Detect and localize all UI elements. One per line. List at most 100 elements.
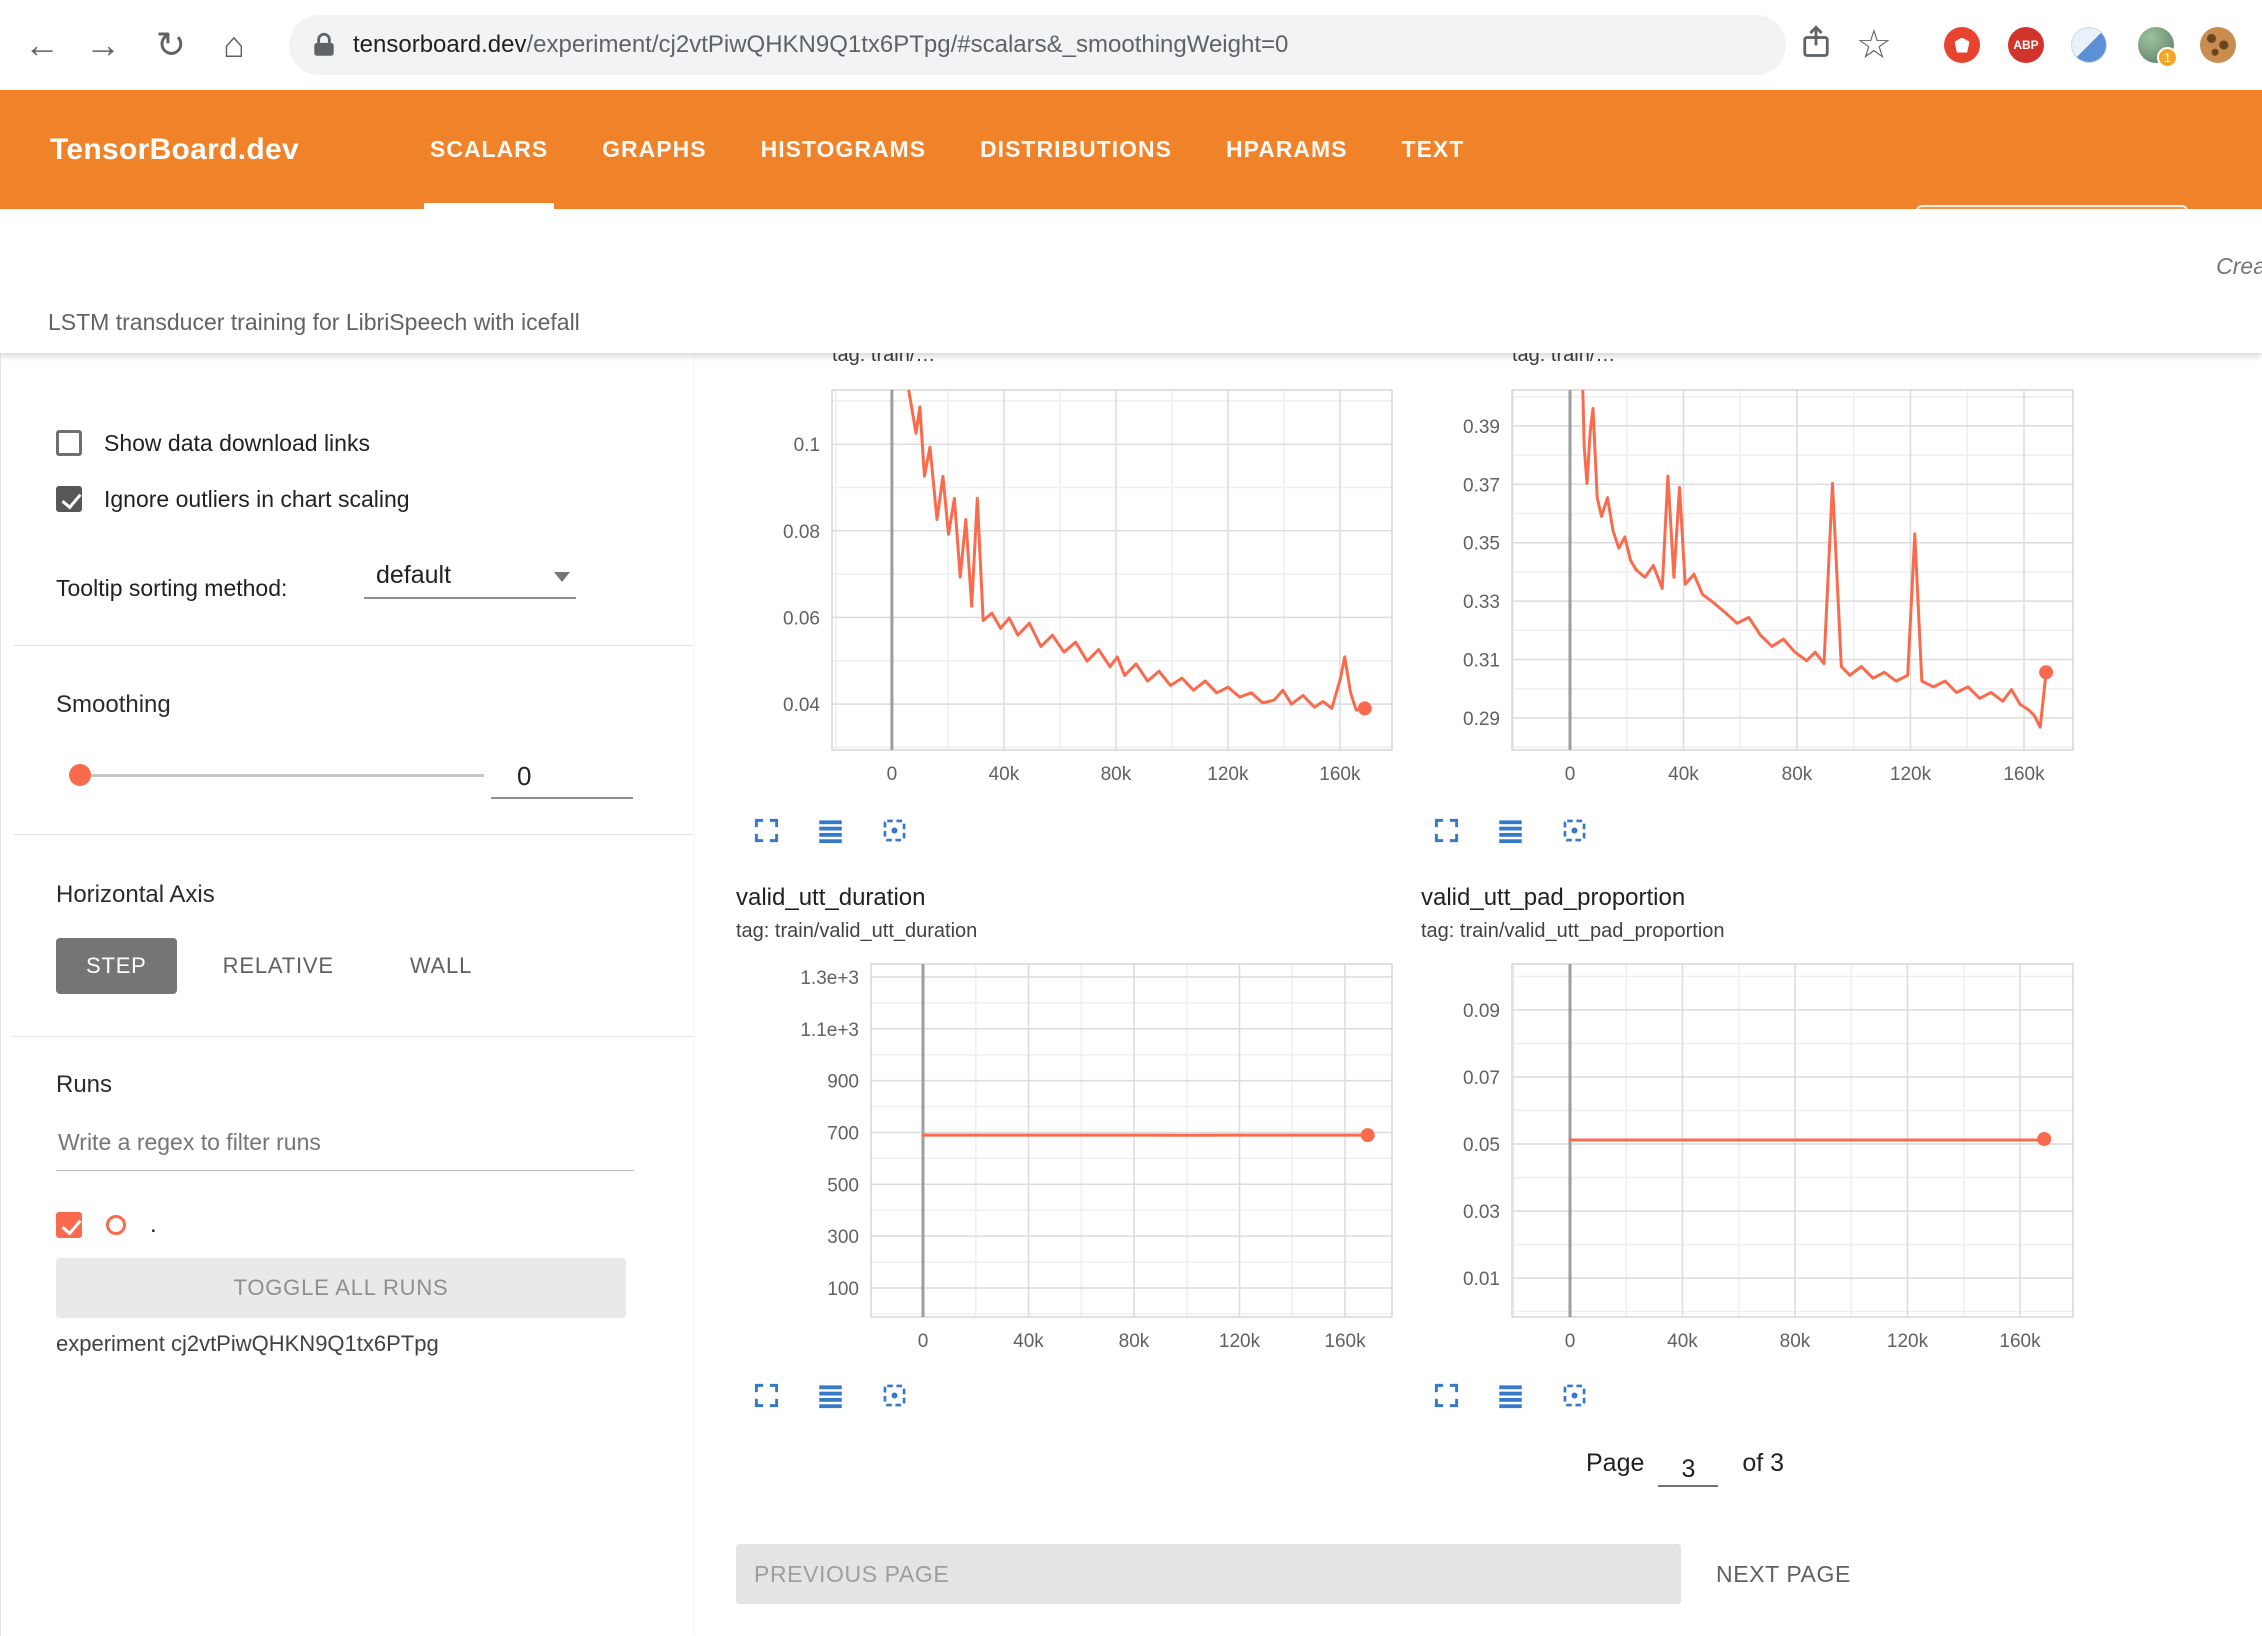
chart-title: valid_utt_pad_proportion: [1421, 884, 1725, 912]
next-page-button[interactable]: NEXT PAGE: [1692, 1544, 1875, 1604]
forward-icon[interactable]: →: [77, 0, 129, 90]
fit-domain-icon[interactable]: [876, 1377, 912, 1413]
svg-text:0.03: 0.03: [1463, 1202, 1500, 1223]
tooltip-sorting-select[interactable]: default: [364, 553, 576, 599]
chart-title: valid_utt_duration: [736, 884, 977, 912]
app-header: TensorBoard.dev SCALARS GRAPHS HISTOGRAM…: [0, 90, 2262, 209]
svg-text:0.35: 0.35: [1463, 534, 1500, 555]
divider: [13, 645, 693, 646]
svg-text:0.05: 0.05: [1463, 1135, 1500, 1156]
svg-text:120k: 120k: [1207, 764, 1249, 785]
tab-distributions[interactable]: DISTRIBUTIONS: [980, 90, 1172, 209]
svg-text:120k: 120k: [1219, 1331, 1261, 1352]
created-text-cut: Crea: [2216, 253, 2262, 280]
previous-page-button[interactable]: PREVIOUS PAGE: [736, 1544, 1681, 1604]
axis-step-button[interactable]: STEP: [56, 938, 177, 994]
svg-text:40k: 40k: [989, 764, 1020, 785]
axis-relative-button[interactable]: RELATIVE: [193, 938, 364, 994]
toggle-y-axis-icon[interactable]: [1492, 812, 1528, 848]
svg-text:0.01: 0.01: [1463, 1269, 1500, 1290]
show-download-links-label: Show data download links: [104, 430, 370, 457]
toggle-y-axis-icon[interactable]: [812, 812, 848, 848]
divider: [13, 1036, 693, 1037]
abp-extension-icon[interactable]: ABP: [2008, 27, 2044, 63]
smoothing-label: Smoothing: [56, 691, 171, 719]
checkbox-checked-icon[interactable]: [56, 486, 82, 512]
run-name: .: [150, 1211, 157, 1239]
tooltip-sorting-value: default: [376, 561, 451, 590]
tab-hparams[interactable]: HPARAMS: [1226, 90, 1348, 209]
address-bar[interactable]: tensorboard.dev/experiment/cj2vtPiwQHKN9…: [289, 15, 1786, 75]
axis-wall-button[interactable]: WALL: [380, 938, 502, 994]
extension-icon[interactable]: [2071, 27, 2107, 63]
chart-toolbar: [748, 1377, 912, 1413]
back-icon[interactable]: ←: [16, 0, 68, 90]
divider: [13, 834, 693, 835]
svg-text:0.33: 0.33: [1463, 592, 1500, 613]
expand-chart-icon[interactable]: [1428, 812, 1464, 848]
tab-text[interactable]: TEXT: [1402, 90, 1465, 209]
expand-chart-icon[interactable]: [748, 812, 784, 848]
chart-tag: tag: train/valid_utt_duration: [736, 920, 977, 943]
svg-text:0.31: 0.31: [1463, 651, 1500, 672]
tab-scalars[interactable]: SCALARS: [430, 90, 548, 209]
chart-valid-utt-duration[interactable]: 040k80k120k160k1003005007009001.1e+31.3e…: [780, 950, 1440, 1370]
svg-text:80k: 80k: [1119, 1331, 1150, 1352]
toggle-y-axis-icon[interactable]: [1492, 1377, 1528, 1413]
svg-text:0.07: 0.07: [1463, 1068, 1500, 1089]
svg-text:300: 300: [827, 1227, 859, 1248]
chart-toolbar: [748, 812, 912, 848]
svg-text:0.29: 0.29: [1463, 709, 1500, 730]
tab-histograms[interactable]: HISTOGRAMS: [761, 90, 926, 209]
home-icon[interactable]: ⌂: [208, 0, 260, 90]
runs-regex-input[interactable]: [56, 1115, 634, 1171]
chart-tag: tag: train/valid_utt_pad_proportion: [1421, 920, 1725, 943]
slider-thumb[interactable]: [69, 764, 91, 786]
bookmark-star-icon[interactable]: ☆: [1856, 0, 1892, 90]
page-number-input[interactable]: [1658, 1454, 1718, 1487]
fit-domain-icon[interactable]: [1556, 1377, 1592, 1413]
svg-text:120k: 120k: [1890, 764, 1932, 785]
svg-text:1.1e+3: 1.1e+3: [800, 1020, 859, 1041]
smoothing-value: 0: [517, 761, 531, 792]
chart-toolbar: [1428, 812, 1592, 848]
slider-track[interactable]: [85, 774, 484, 777]
adblock-extension-icon[interactable]: [1944, 27, 1980, 63]
svg-text:160k: 160k: [2003, 764, 2045, 785]
ignore-outliers-row[interactable]: Ignore outliers in chart scaling: [56, 483, 410, 515]
reload-icon[interactable]: ↻: [145, 0, 197, 90]
chart-valid-utt-pad-proportion[interactable]: 040k80k120k160k0.010.030.050.070.09: [1420, 950, 2080, 1370]
smoothing-value-input[interactable]: 0: [491, 755, 633, 799]
fit-domain-icon[interactable]: [1556, 812, 1592, 848]
horizontal-axis-toggle: STEP RELATIVE WALL: [56, 938, 502, 994]
show-download-links-row[interactable]: Show data download links: [56, 427, 370, 459]
svg-text:40k: 40k: [1667, 1331, 1698, 1352]
tab-graphs[interactable]: GRAPHS: [602, 90, 706, 209]
chart-header-valid-utt-pad-proportion: valid_utt_pad_proportion tag: train/vali…: [1421, 884, 1725, 943]
tensorboard-logo: TensorBoard.dev: [50, 90, 299, 209]
checkbox-unchecked-icon[interactable]: [56, 430, 82, 456]
toggle-all-runs-button[interactable]: TOGGLE ALL RUNS: [56, 1258, 626, 1318]
runs-label: Runs: [56, 1071, 112, 1099]
run-list-item[interactable]: .: [56, 1209, 157, 1241]
share-icon[interactable]: [1800, 24, 1832, 63]
smoothing-slider[interactable]: 0: [1, 753, 694, 797]
expand-chart-icon[interactable]: [1428, 1377, 1464, 1413]
scalar-chart-top-right[interactable]: 040k80k120k160k0.290.310.330.350.370.39: [1420, 356, 2120, 806]
avatar-badge: 1: [2157, 47, 2178, 68]
toggle-y-axis-icon[interactable]: [812, 1377, 848, 1413]
send-feedback-button[interactable]: SEND FEEDBACK: [1916, 205, 2188, 269]
svg-text:80k: 80k: [1780, 1331, 1811, 1352]
tensorboard-page: ← → ↻ ⌂ tensorboard.dev/experiment/cj2vt…: [0, 0, 2262, 1636]
run-checkbox-checked-icon[interactable]: [56, 1212, 82, 1238]
fit-domain-icon[interactable]: [876, 812, 912, 848]
svg-text:500: 500: [827, 1175, 859, 1196]
expand-chart-icon[interactable]: [748, 1377, 784, 1413]
profile-avatar[interactable]: 1: [2138, 27, 2174, 63]
scalar-chart-top-left[interactable]: 040k80k120k160k0.040.060.080.1: [740, 356, 1440, 806]
page-of-label: of 3: [1742, 1449, 1784, 1478]
browser-chrome: ← → ↻ ⌂ tensorboard.dev/experiment/cj2vt…: [0, 0, 2262, 90]
cookie-extension-icon[interactable]: [2200, 27, 2236, 63]
experiment-id-text: experiment cj2vtPiwQHKN9Q1tx6PTpg: [56, 1331, 439, 1357]
padlock-icon[interactable]: [311, 31, 337, 59]
